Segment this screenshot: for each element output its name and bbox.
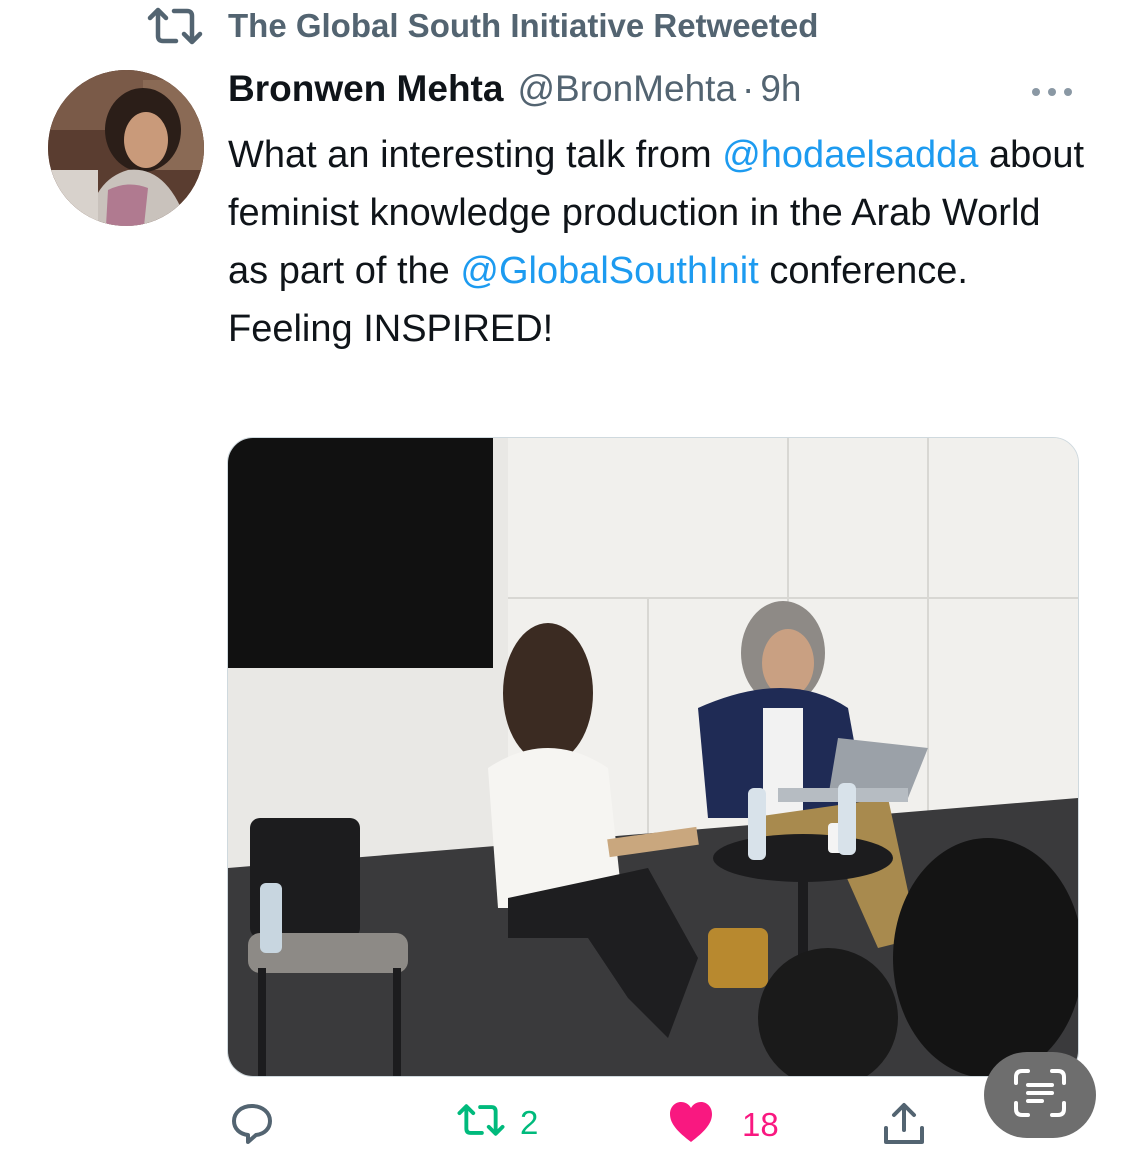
tweet-time[interactable]: 9h: [760, 68, 801, 110]
author-name[interactable]: Bronwen Mehta: [228, 68, 503, 110]
avatar[interactable]: [48, 70, 204, 226]
share-icon: [880, 1100, 928, 1153]
text-scan-icon: [1012, 1067, 1068, 1124]
retweet-count: 2: [520, 1103, 539, 1141]
retweet-icon: [456, 1100, 506, 1145]
tweet-actions: 2 18: [0, 1086, 1124, 1154]
share-button[interactable]: [880, 1100, 928, 1153]
tweet-photo[interactable]: [227, 437, 1079, 1077]
tweet-text-segment: What an interesting talk from: [228, 134, 723, 176]
separator-dot: ·: [742, 68, 755, 109]
text-scan-button[interactable]: [984, 1052, 1096, 1138]
retweet-icon: [146, 6, 204, 46]
like-count: 18: [742, 1105, 779, 1143]
tweet-header: Bronwen Mehta @BronMehta · 9h: [228, 68, 802, 110]
retweet-banner[interactable]: The Global South Initiative Retweeted: [146, 4, 818, 48]
retweet-button[interactable]: 2: [456, 1100, 538, 1145]
retweet-banner-text[interactable]: The Global South Initiative Retweeted: [228, 7, 818, 45]
heart-icon: [668, 1100, 714, 1149]
tweet-text: What an interesting talk from @hodaelsad…: [228, 126, 1088, 358]
author-handle[interactable]: @BronMehta: [517, 68, 736, 110]
like-button[interactable]: 18: [668, 1100, 779, 1149]
reply-icon: [228, 1100, 276, 1153]
mention-link[interactable]: @hodaelsadda: [722, 134, 978, 176]
more-options-icon[interactable]: [1028, 82, 1076, 102]
mention-link[interactable]: @GlobalSouthInit: [460, 250, 758, 292]
reply-button[interactable]: [228, 1100, 276, 1153]
